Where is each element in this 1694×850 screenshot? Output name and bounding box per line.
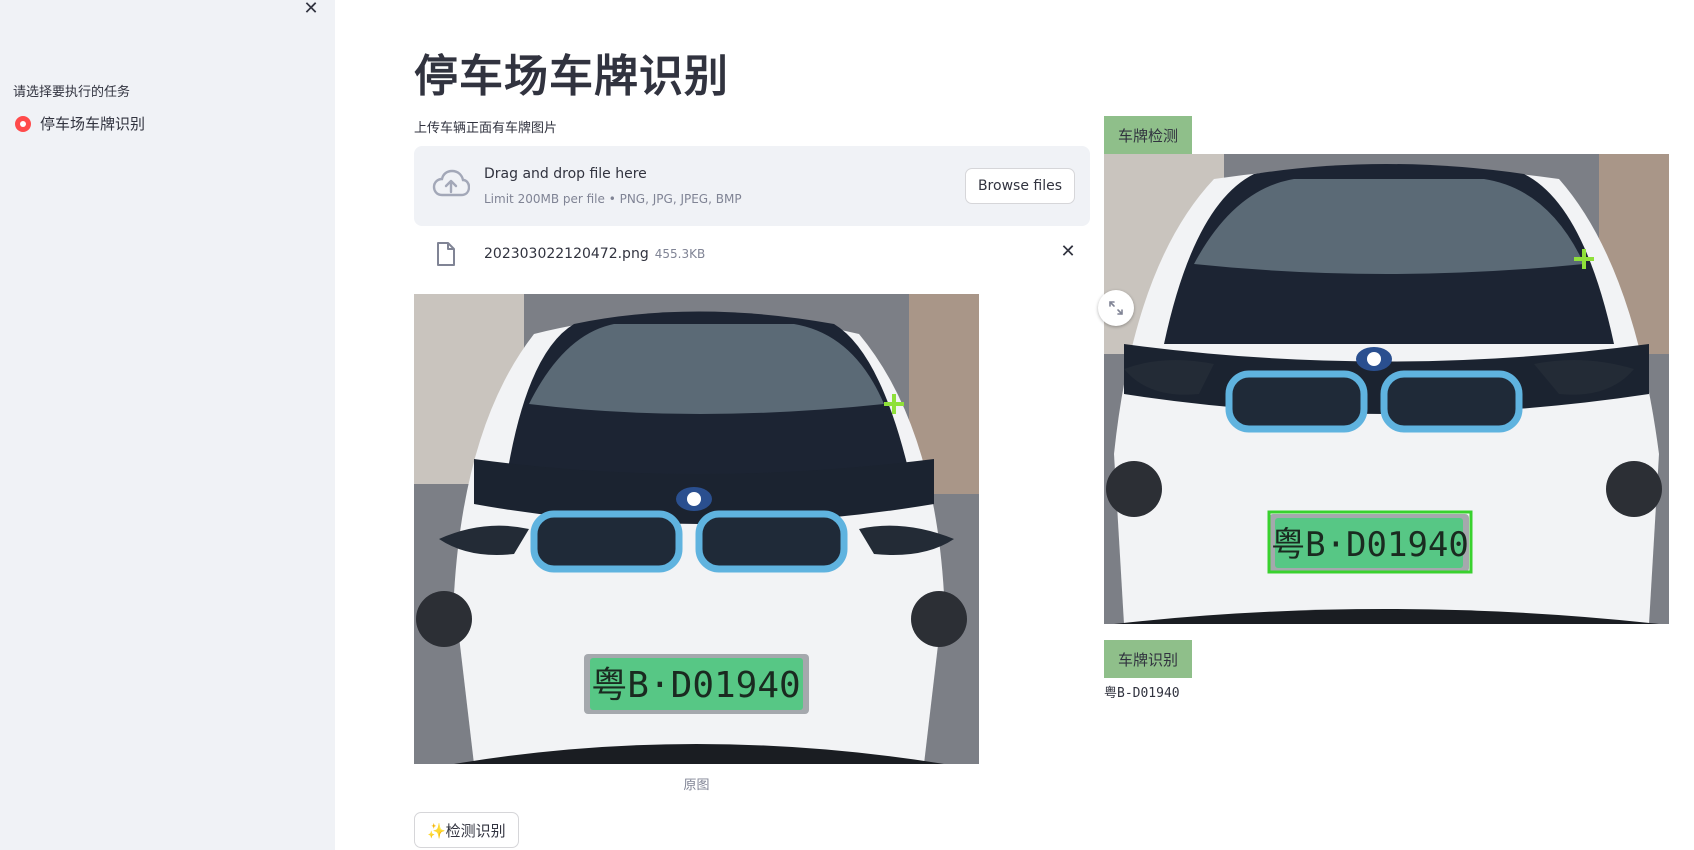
car-photo-detected: 粤B·D01940 [1104, 154, 1669, 624]
file-size: 455.3KB [654, 247, 706, 261]
sidebar-close-icon[interactable]: ✕ [300, 0, 322, 20]
detection-image: 粤B·D01940 [1104, 154, 1669, 624]
browse-files-button[interactable]: Browse files [964, 168, 1075, 204]
detect-tag: 车牌检测 [1104, 116, 1193, 154]
uploaded-file-row: 202303022120472.png 455.3KB ✕ [414, 236, 1090, 272]
fullscreen-icon[interactable] [1098, 290, 1134, 326]
detected-plate-text: 粤B·D01940 [1271, 525, 1469, 565]
plate-result-text: 粤B-D01940 [1104, 686, 1180, 701]
file-dropzone[interactable]: Drag and drop file here Limit 200MB per … [414, 146, 1090, 226]
dropzone-limit: Limit 200MB per file • PNG, JPG, JPEG, B… [484, 192, 742, 206]
file-name: 202303022120472.png 455.3KB [484, 246, 705, 262]
page-title: 停车场车牌识别 [414, 51, 729, 102]
sidebar: ✕ 请选择要执行的任务 停车场车牌识别 [0, 0, 335, 850]
file-icon [437, 242, 455, 266]
remove-file-close-icon[interactable]: ✕ [1056, 240, 1080, 264]
task-radio-label: 停车场车牌识别 [40, 115, 146, 133]
cloud-upload-icon [432, 169, 470, 197]
original-image-caption: 原图 [683, 778, 710, 793]
file-name-text: 202303022120472.png [484, 246, 649, 262]
dropzone-title: Drag and drop file here [484, 166, 647, 182]
recognize-tag: 车牌识别 [1104, 640, 1193, 678]
detect-recognize-button[interactable]: ✨检测识别 [414, 812, 519, 848]
task-radio-parking-plate[interactable]: 停车场车牌识别 [15, 113, 145, 134]
original-plate-text: 粤B·D01940 [591, 665, 800, 706]
expand-icon [1109, 301, 1123, 315]
original-image: 粤B·D01940 [414, 294, 979, 764]
radio-selected-icon[interactable] [15, 115, 31, 132]
upload-label: 上传车辆正面有车牌图片 [414, 121, 558, 136]
car-photo-original: 粤B·D01940 [414, 294, 979, 764]
task-select-label: 请选择要执行的任务 [13, 85, 131, 100]
